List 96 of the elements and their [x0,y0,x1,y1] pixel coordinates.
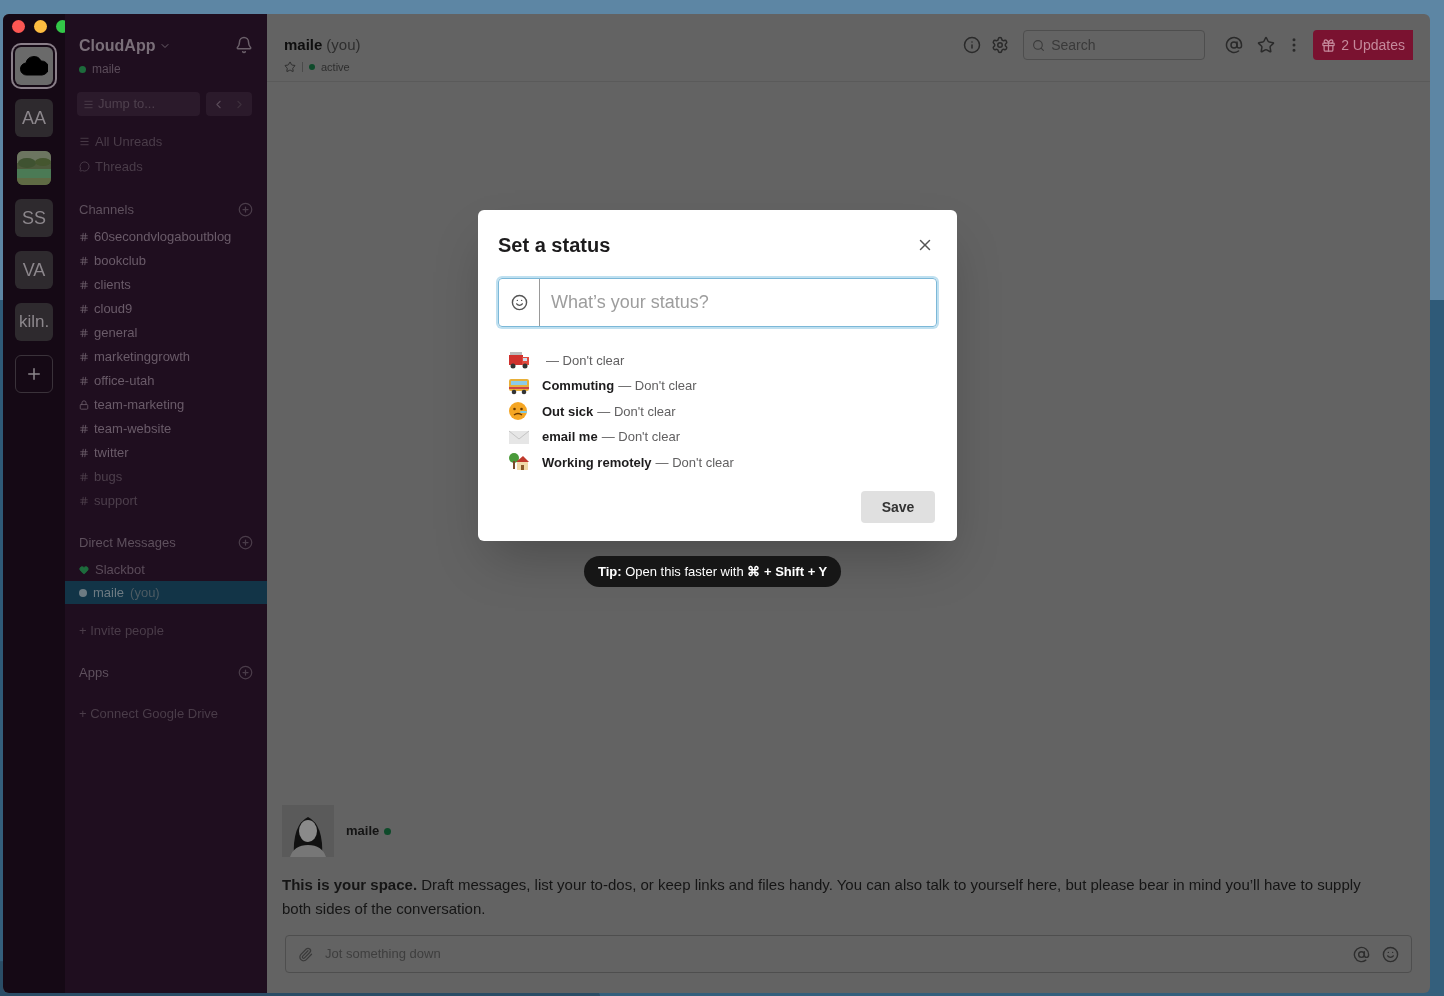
status-duration: — Don't clear [597,402,676,421]
channel-item[interactable]: marketinggrowth [79,347,253,367]
mentions-icon[interactable] [1225,36,1244,54]
channel-item[interactable]: bookclub [79,251,253,271]
hash-icon [79,496,89,506]
add-app-icon[interactable] [238,664,253,680]
info-icon[interactable] [963,36,982,54]
dialog-title: Set a status [498,233,611,258]
jump-icon [83,98,94,110]
status-option[interactable]: Commuting — Don't clear [498,374,937,397]
channel-item[interactable]: clients [79,275,253,295]
star-icon[interactable] [1257,36,1276,54]
status-option[interactable]: Out sick — Don't clear [498,400,937,423]
status-duration: — Don't clear [655,453,734,472]
minimize-window-icon[interactable] [34,20,47,33]
status-label: Working remotely [542,453,652,472]
hash-icon [79,424,89,434]
channel-item[interactable]: team-website [79,419,253,439]
speech-bubble-icon [79,160,90,172]
channel-name: cloud9 [94,300,133,319]
status-duration: — Don't clear [546,351,625,370]
hash-icon [79,304,89,314]
channel-name: office-utah [94,372,155,391]
attach-icon[interactable] [298,946,313,962]
settings-icon[interactable] [991,36,1010,54]
gift-icon [1321,37,1337,53]
dm-item[interactable]: Slackbot [65,558,267,581]
mention-icon[interactable] [1353,945,1370,963]
avatar [282,805,334,857]
add-workspace-button[interactable] [15,355,53,393]
dm-suffix: (you) [130,583,160,602]
status-option[interactable]: Working remotely — Don't clear [498,451,937,474]
section-heading[interactable]: Channels [79,200,134,220]
bell-icon[interactable] [235,36,253,54]
add-channel-icon[interactable] [238,202,253,218]
close-window-icon[interactable] [12,20,25,33]
hash-icon [79,328,89,338]
workspace-initials[interactable]: AA [15,99,53,137]
dm-item[interactable]: maile (you) [65,581,267,604]
fire-truck-icon [508,351,530,370]
channel-item[interactable]: office-utah [79,371,253,391]
channel-name: general [94,324,138,343]
updates-button[interactable]: 2 Updates [1313,30,1413,60]
section-heading[interactable]: Direct Messages [79,532,176,552]
search-icon [1032,38,1046,52]
hash-icon [79,448,89,458]
workspace-initials[interactable]: SS [15,199,53,237]
channel-item[interactable]: cloud9 [79,299,253,319]
channel-name: twitter [94,444,129,463]
sick-face-icon [508,401,528,422]
workspace-name[interactable]: CloudApp [79,34,156,58]
channel-item[interactable]: general [79,323,253,343]
envelope-icon [508,428,530,445]
dm-name: maile [93,583,125,602]
house-icon [508,452,530,473]
channel-name: marketinggrowth [94,348,191,367]
status-duration: — Don't clear [601,428,680,446]
lock-icon [79,400,89,410]
channel-name: 60secondvlogaboutblog [94,228,232,247]
intro-message: This is your space. Draft messages, list your to-dos, or keep links and files handy. You can also talk to yourself here, but please bear in mind you’ll have to supply both sides of the conversation. [281,875,1362,919]
tip-text: Tip: Open this faster with ⌘ + Shift + Y [598,562,828,581]
workspace-initials[interactable]: kiln. [15,303,53,341]
emoji-icon[interactable] [510,294,528,311]
hash-icon [79,256,89,266]
status-duration: — Don't clear [618,377,697,395]
lines-icon [79,136,90,148]
channel-item[interactable]: team-marketing [79,395,253,415]
heart-icon [79,564,89,575]
star-icon[interactable] [284,60,296,73]
channel-name: team-website [94,420,172,439]
status-label: Commuting [542,377,615,395]
hash-icon [79,232,89,242]
channel-name: team-marketing [94,396,185,415]
hash-icon [79,376,89,386]
author-name: maile [346,822,380,841]
channel-title: maile [284,35,323,55]
add-dm-icon[interactable] [238,534,253,550]
save-button[interactable]: Save [861,491,935,523]
plus-icon [25,365,43,383]
channel-name: clients [94,276,131,295]
status-option[interactable]: — Don't clear [498,349,937,372]
bus-icon [508,376,530,395]
channel-name: bookclub [94,252,147,271]
section-heading[interactable]: Apps [79,662,109,682]
hash-icon [79,472,89,482]
channel-item[interactable]: 60secondvlogaboutblog [79,227,253,247]
status-label: Out sick [542,402,594,421]
dm-name: Slackbot [95,560,145,579]
user-name: maile [92,61,121,78]
workspace-initials[interactable]: VA [15,251,53,289]
status-input[interactable]: What’s your status? [498,278,937,327]
hash-icon [79,280,89,290]
status-option[interactable]: email me — Don't clear [498,425,937,448]
hash-icon [79,352,89,362]
channel-item[interactable]: twitter [79,443,253,463]
status-label: email me [542,428,598,446]
